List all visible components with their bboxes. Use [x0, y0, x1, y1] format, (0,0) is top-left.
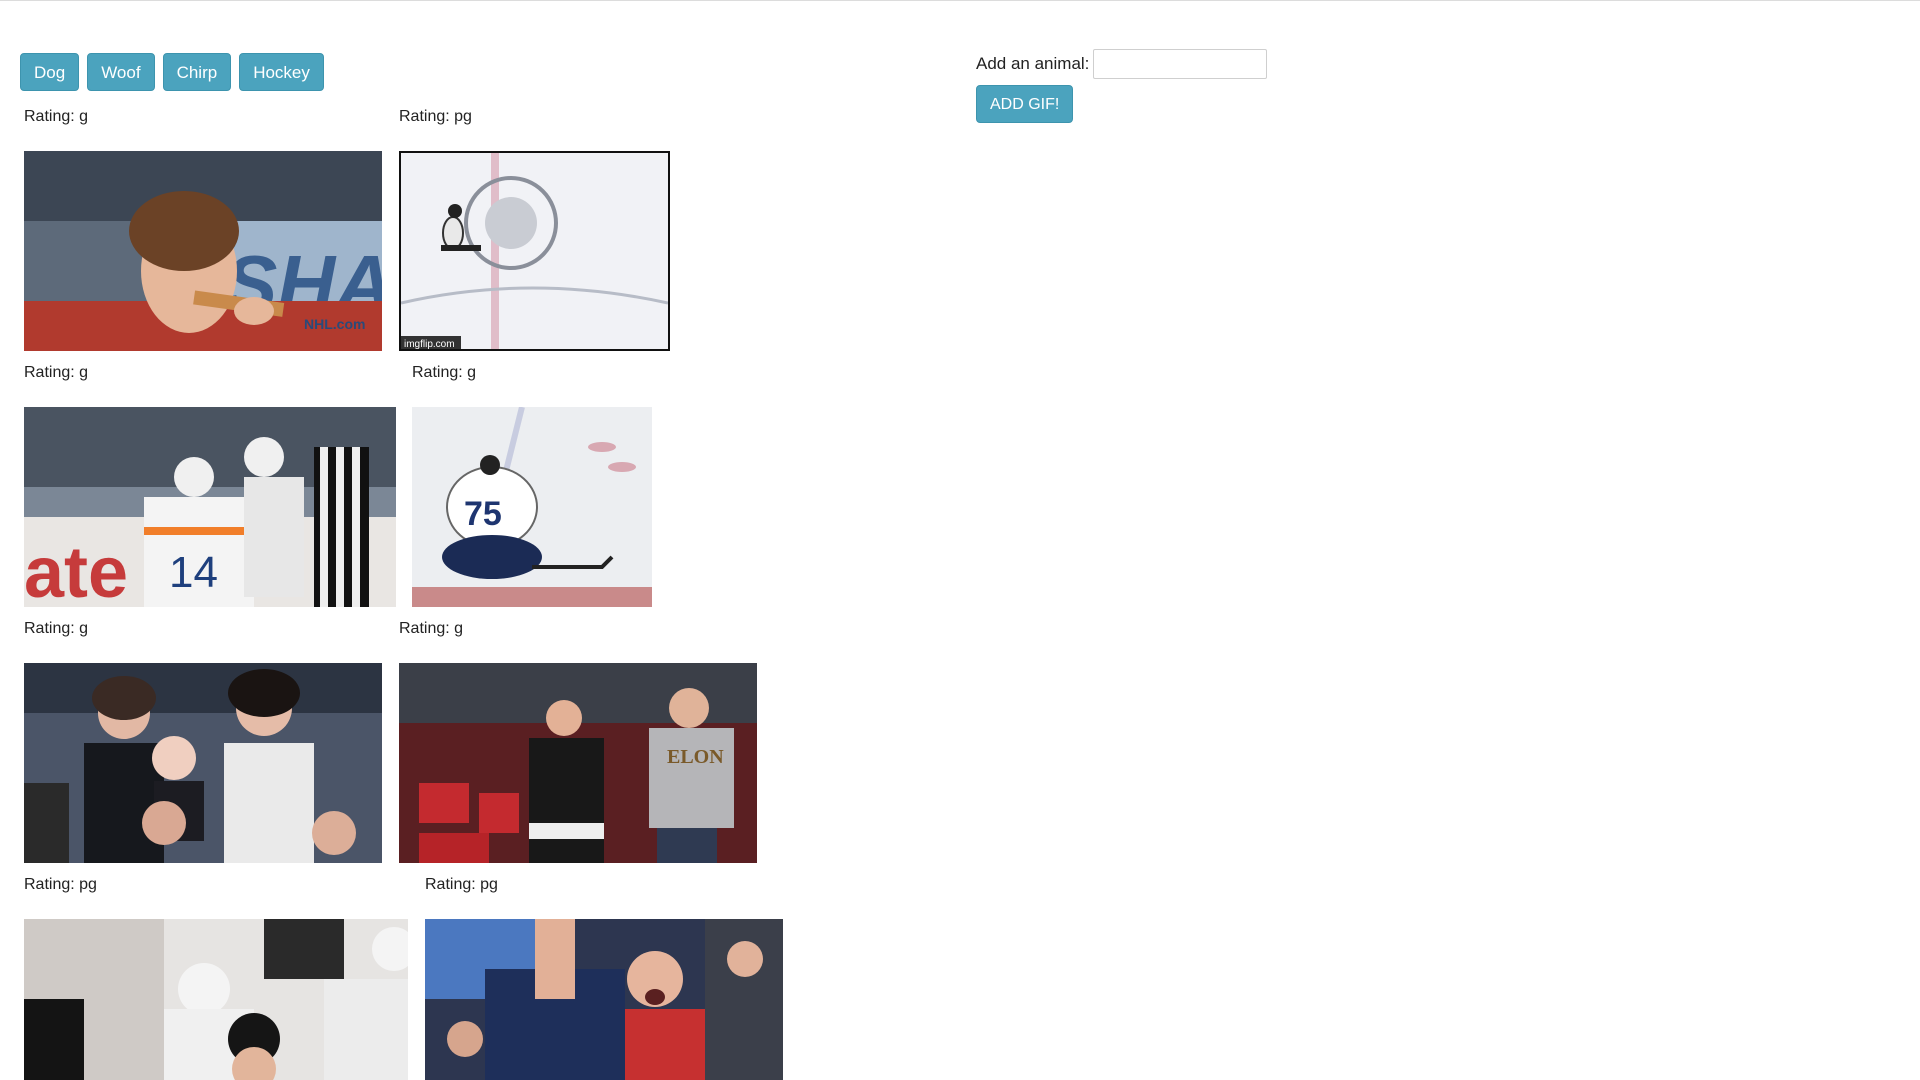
- gif-image[interactable]: imgflip.com: [399, 151, 670, 351]
- gif-players-celebrating: [24, 919, 408, 1080]
- gif-item: Rating: g ate 14: [24, 363, 396, 607]
- svg-text:75: 75: [464, 495, 502, 533]
- gif-image[interactable]: SHA NHL.com: [24, 151, 382, 351]
- add-animal-label: Add an animal:: [976, 54, 1090, 73]
- rating-label: Rating: g: [24, 108, 89, 125]
- gif-players-bench: ate 14: [24, 407, 396, 607]
- gif-skater-on-rink: imgflip.com: [401, 153, 668, 349]
- gif-watermark: imgflip.com: [404, 339, 455, 349]
- svg-text:ELON: ELON: [667, 746, 724, 768]
- add-gif-button[interactable]: ADD GIF!: [976, 85, 1074, 123]
- gif-boy-eating-pizza: SHA NHL.com: [24, 151, 382, 351]
- gif-item: Rating: pg imgflip.com: [399, 107, 670, 351]
- gif-fans-with-baby: [24, 663, 382, 863]
- add-animal-form: Add an animal: ADD GIF!: [976, 49, 1268, 123]
- gif-item: Rating: g: [24, 619, 382, 863]
- rating-label: Rating: g: [24, 620, 89, 637]
- rating-label: Rating: g: [24, 364, 89, 381]
- animal-input[interactable]: [1093, 49, 1268, 79]
- rating-label: Rating: g: [399, 620, 464, 637]
- svg-text:14: 14: [169, 548, 218, 597]
- gif-item: Rating: g 75: [412, 363, 652, 607]
- rating-label: Rating: pg: [425, 876, 498, 893]
- svg-text:ate: ate: [24, 533, 128, 607]
- gif-item: Rating: pg: [425, 875, 783, 1080]
- gif-item: Rating: g SHA NHL.com: [24, 107, 382, 351]
- rating-label: Rating: g: [412, 364, 477, 381]
- rating-label: Rating: pg: [399, 108, 472, 125]
- add-animal-row: Add an animal:: [976, 49, 1268, 79]
- gif-image[interactable]: [24, 919, 408, 1080]
- topic-button-woof[interactable]: Woof: [87, 53, 155, 91]
- topic-button-dog[interactable]: Dog: [20, 53, 80, 91]
- svg-text:NHL.com: NHL.com: [304, 316, 365, 332]
- rating-label: Rating: pg: [24, 876, 97, 893]
- gif-image[interactable]: ate 14: [24, 407, 396, 607]
- page: Dog Woof Chirp Hockey Add an animal: ADD…: [0, 0, 1920, 1080]
- gif-image[interactable]: ELON: [399, 663, 757, 863]
- topic-button-chirp[interactable]: Chirp: [162, 53, 232, 91]
- topic-button-row: Dog Woof Chirp Hockey: [20, 53, 324, 91]
- gif-fans-cheering: ELON: [399, 663, 757, 863]
- gif-image[interactable]: 75: [412, 407, 652, 607]
- gif-player-kneeling-rink: 75: [412, 407, 652, 607]
- gif-item: Rating: g ELON: [399, 619, 757, 863]
- gif-image[interactable]: [24, 663, 382, 863]
- gif-image[interactable]: [425, 919, 783, 1080]
- topic-button-hockey[interactable]: Hockey: [239, 53, 324, 91]
- gif-fans-shouting: [425, 919, 783, 1080]
- gif-item: Rating: pg: [24, 875, 408, 1080]
